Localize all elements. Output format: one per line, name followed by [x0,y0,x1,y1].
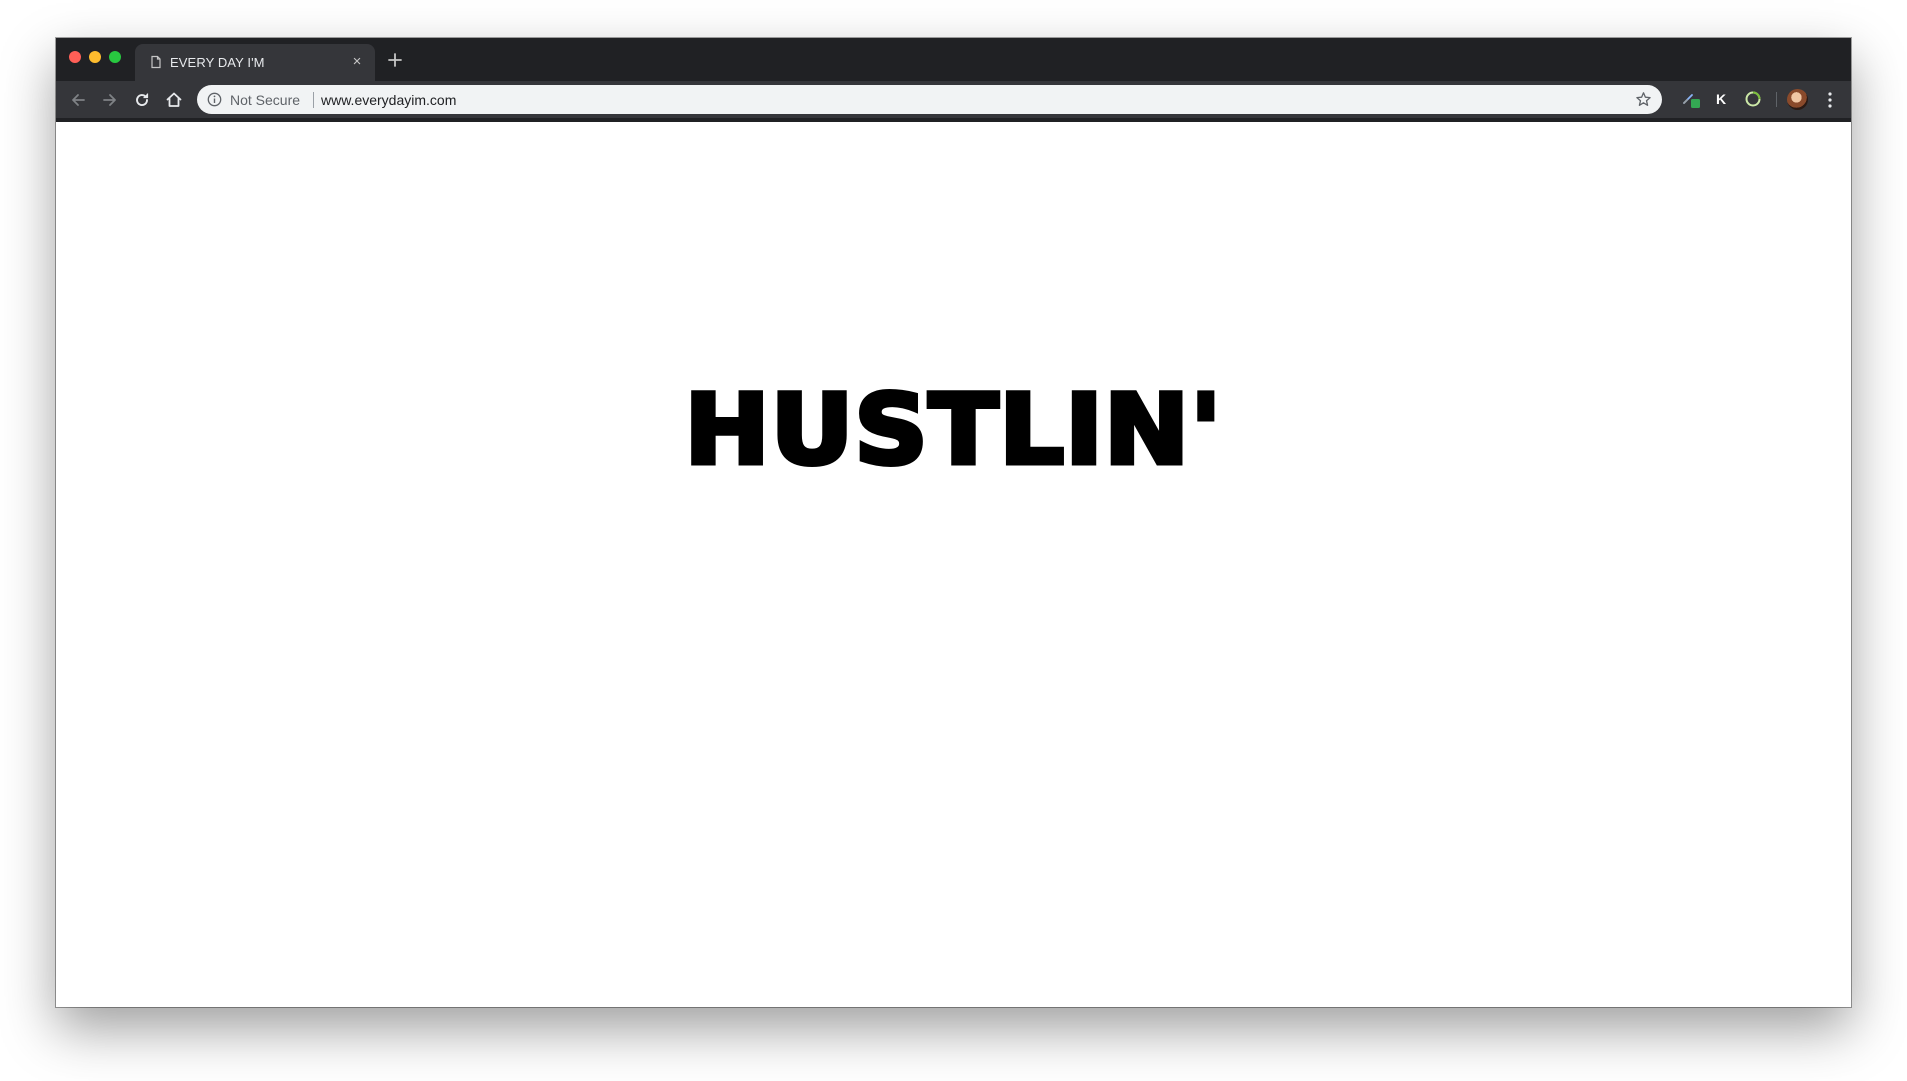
extension-k-icon[interactable]: K [1713,90,1729,108]
desktop-background: EVERY DAY I'M × Not Secure www.everydayi… [0,0,1907,1081]
star-icon[interactable] [1635,91,1652,108]
browser-toolbar: Not Secure www.everydayim.com K [56,81,1851,118]
address-bar[interactable]: Not Secure www.everydayim.com [197,85,1662,114]
reload-icon[interactable] [132,90,152,110]
profile-avatar[interactable] [1787,89,1808,110]
security-status-label[interactable]: Not Secure [230,92,300,108]
tab-close-icon[interactable]: × [349,54,365,70]
window-close-button[interactable] [69,51,81,63]
page-viewport: HUSTLIN' [56,122,1851,1007]
extension-pen-icon[interactable] [1681,89,1701,109]
tab-title: EVERY DAY I'M [170,55,265,70]
tab-strip: EVERY DAY I'M × [56,38,1851,81]
info-icon[interactable] [207,92,222,107]
window-maximize-button[interactable] [109,51,121,63]
page-headline: HUSTLIN' [682,374,1224,486]
url-text[interactable]: www.everydayim.com [321,92,456,108]
back-arrow-icon[interactable] [68,90,88,110]
home-icon[interactable] [164,90,184,110]
extension-circle-icon[interactable] [1743,89,1763,109]
page-icon [151,55,161,69]
new-tab-icon[interactable] [386,51,404,69]
window-minimize-button[interactable] [89,51,101,63]
forward-arrow-icon[interactable] [100,90,120,110]
omnibox-divider [313,92,314,108]
kebab-menu-icon[interactable] [1827,90,1833,110]
browser-window: EVERY DAY I'M × Not Secure www.everydayi… [56,38,1851,1007]
browser-tab[interactable]: EVERY DAY I'M × [135,44,375,81]
toolbar-separator [1776,92,1777,107]
